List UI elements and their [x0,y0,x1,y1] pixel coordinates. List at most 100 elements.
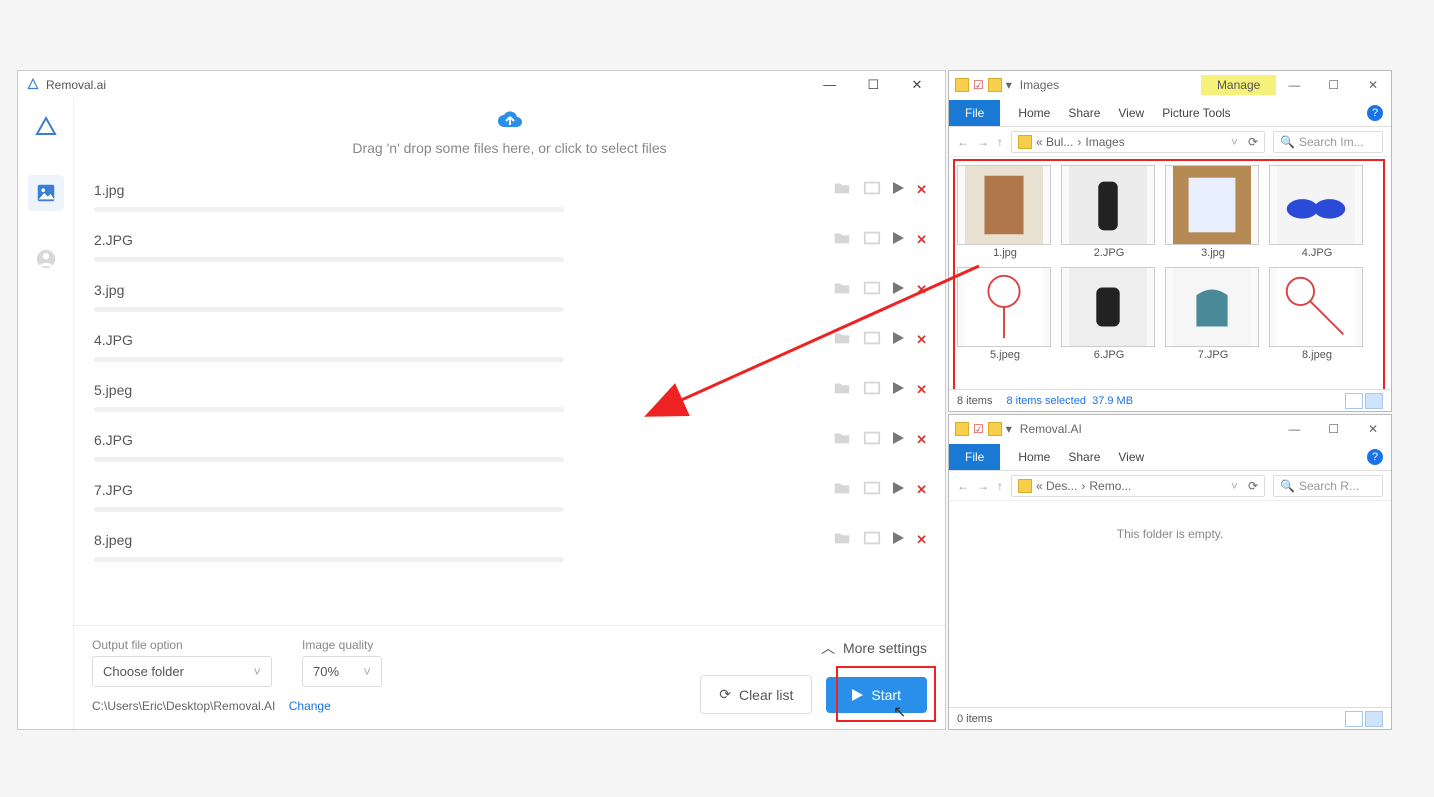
preview-icon[interactable] [863,330,881,349]
file-tab[interactable]: File [949,444,1000,470]
up-button[interactable]: ↑ [997,135,1003,149]
home-tab[interactable]: Home [1018,106,1050,120]
file-thumbnail[interactable]: 3.jpg [1165,165,1261,259]
play-button[interactable] [893,432,904,447]
remove-button[interactable]: ✕ [916,532,927,548]
preview-icon[interactable] [863,480,881,499]
save-icon[interactable]: ☑ [973,78,984,92]
play-button[interactable] [893,232,904,247]
file-thumbnail[interactable]: 7.JPG [1165,267,1261,361]
change-link[interactable]: Change [289,699,331,713]
manage-tab[interactable]: Manage [1201,75,1276,95]
open-folder-icon[interactable] [833,480,851,499]
chevron-down-icon[interactable]: ˅ [1231,479,1238,493]
folder-icon [1018,479,1032,493]
close-button[interactable]: ✕ [1355,78,1391,92]
search-icon: 🔍 [1280,135,1295,149]
minimize-button[interactable]: — [1276,78,1312,92]
thumbnail-grid: 1.jpg 2.JPG 3.jpg 4.JPG 5.jpeg 6.JPG 7.J… [949,157,1391,369]
open-folder-icon[interactable] [833,430,851,449]
back-button[interactable]: ← [957,135,969,149]
titlebar: Removal.ai — ☐ ✕ [18,71,945,99]
open-folder-icon[interactable] [833,280,851,299]
address-bar[interactable]: « Des... › Remo... ˅ ⟳ [1011,475,1265,497]
play-button[interactable] [893,532,904,547]
maximize-button[interactable]: ☐ [1316,78,1352,92]
clear-list-button[interactable]: ⟳ Clear list [700,675,812,714]
share-tab[interactable]: Share [1068,106,1100,120]
play-button[interactable] [893,332,904,347]
ribbon: File Home Share View ? [949,443,1391,471]
forward-button[interactable]: → [977,479,989,493]
open-folder-icon[interactable] [833,380,851,399]
chevron-down-icon[interactable]: ˅ [1231,135,1238,149]
remove-button[interactable]: ✕ [916,282,927,298]
minimize-button[interactable]: — [810,77,850,92]
address-bar[interactable]: « Bul... › Images ˅ ⟳ [1011,131,1265,153]
minimize-button[interactable]: — [1276,422,1312,436]
back-button[interactable]: ← [957,479,969,493]
rail-images-tab[interactable] [28,175,64,211]
dropdown-icon[interactable]: ▾ [1006,78,1012,92]
share-tab[interactable]: Share [1068,450,1100,464]
help-icon[interactable]: ? [1367,105,1383,121]
file-thumbnail[interactable]: 2.JPG [1061,165,1157,259]
remove-button[interactable]: ✕ [916,232,927,248]
file-thumbnail[interactable]: 4.JPG [1269,165,1365,259]
preview-icon[interactable] [863,530,881,549]
maximize-button[interactable]: ☐ [1316,422,1352,436]
file-thumbnail[interactable]: 8.jpeg [1269,267,1365,361]
forward-button[interactable]: → [977,135,989,149]
search-input[interactable]: 🔍 Search Im... [1273,131,1383,153]
picture-tools-tab[interactable]: Picture Tools [1162,106,1230,120]
file-thumbnail[interactable]: 5.jpeg [957,267,1053,361]
refresh-icon[interactable]: ⟳ [1248,135,1258,149]
view-mode-toggle[interactable] [1345,711,1383,727]
file-thumbnail[interactable]: 1.jpg [957,165,1053,259]
selected-count: 8 items selected 37.9 MB [1006,395,1133,407]
rail-logo[interactable] [28,109,64,145]
save-icon[interactable]: ☑ [973,422,984,436]
view-mode-toggle[interactable] [1345,393,1383,409]
preview-icon[interactable] [863,280,881,299]
file-name: 6.JPG [94,432,925,448]
file-tab[interactable]: File [949,100,1000,126]
file-row: 1.jpg ✕ [74,170,945,220]
preview-icon[interactable] [863,430,881,449]
file-thumbnail[interactable]: 6.JPG [1061,267,1157,361]
view-tab[interactable]: View [1118,450,1144,464]
up-button[interactable]: ↑ [997,479,1003,493]
open-folder-icon[interactable] [833,230,851,249]
preview-icon[interactable] [863,230,881,249]
remove-button[interactable]: ✕ [916,432,927,448]
output-folder-select[interactable]: Choose folder [92,656,272,687]
file-name: 3.jpg [94,282,925,298]
close-button[interactable]: ✕ [897,77,937,93]
play-button[interactable] [893,382,904,397]
preview-icon[interactable] [863,180,881,199]
open-folder-icon[interactable] [833,530,851,549]
remove-button[interactable]: ✕ [916,332,927,348]
rail-profile-tab[interactable] [28,241,64,277]
search-icon: 🔍 [1280,479,1295,493]
refresh-icon[interactable]: ⟳ [1248,479,1258,493]
quality-select[interactable]: 70% [302,656,382,687]
dropzone[interactable]: Drag 'n' drop some files here, or click … [74,99,945,170]
play-button[interactable] [893,482,904,497]
play-button[interactable] [893,182,904,197]
close-button[interactable]: ✕ [1355,422,1391,436]
home-tab[interactable]: Home [1018,450,1050,464]
maximize-button[interactable]: ☐ [853,77,893,93]
open-folder-icon[interactable] [833,330,851,349]
preview-icon[interactable] [863,380,881,399]
search-input[interactable]: 🔍 Search R... [1273,475,1383,497]
remove-button[interactable]: ✕ [916,482,927,498]
dropdown-icon[interactable]: ▾ [1006,422,1012,436]
more-settings[interactable]: ︿ More settings [821,638,927,658]
view-tab[interactable]: View [1118,106,1144,120]
play-button[interactable] [893,282,904,297]
open-folder-icon[interactable] [833,180,851,199]
help-icon[interactable]: ? [1367,449,1383,465]
remove-button[interactable]: ✕ [916,182,927,198]
remove-button[interactable]: ✕ [916,382,927,398]
